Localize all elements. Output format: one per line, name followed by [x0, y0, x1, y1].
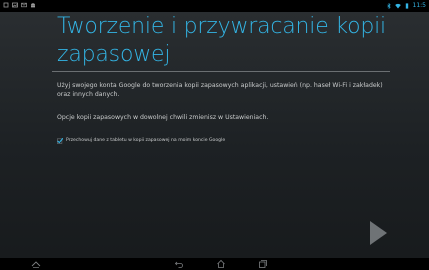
- title-divider: [52, 71, 390, 72]
- bluetooth-icon: [386, 3, 391, 9]
- backup-checkbox-label[interactable]: Przechowuj dane z tabletu w kopii zapaso…: [66, 138, 225, 144]
- image-icon: [12, 2, 18, 8]
- status-bar: 11:5: [0, 0, 429, 12]
- home-icon[interactable]: [216, 259, 226, 269]
- setup-screen: 11:5 Tworzenie i przywracanie kopii zapa…: [0, 0, 429, 270]
- navigation-bar: [0, 258, 429, 270]
- next-arrow-icon[interactable]: [366, 218, 390, 248]
- back-icon[interactable]: [174, 259, 184, 269]
- recent-apps-icon[interactable]: [258, 259, 268, 269]
- backup-checkbox[interactable]: [57, 138, 63, 144]
- asus-home-icon[interactable]: [31, 259, 41, 269]
- description-paragraph: Użyj swojego konta Google do tworzenia k…: [57, 82, 383, 98]
- android-icon: [31, 3, 35, 8]
- status-bar-time: 11:5: [412, 2, 426, 9]
- battery-icon: [405, 3, 408, 9]
- backup-checkbox-row[interactable]: Przechowuj dane z tabletu w kopii zapaso…: [57, 138, 225, 144]
- usb-icon: [3, 2, 9, 8]
- status-bar-notifications: [3, 2, 36, 8]
- page-title: Tworzenie i przywracanie kopii zapasowej: [57, 14, 386, 67]
- settings-hint-paragraph: Opcje kopii zapasowych w dowolnej chwili…: [57, 114, 269, 121]
- mail-icon: [21, 2, 27, 8]
- status-bar-system: 11:5: [386, 1, 426, 11]
- wifi-icon: [394, 3, 401, 9]
